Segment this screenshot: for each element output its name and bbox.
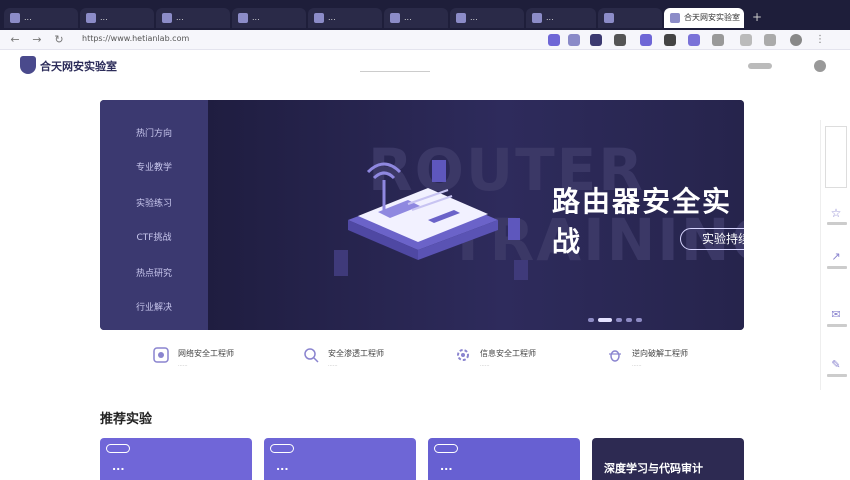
extension-icon[interactable] xyxy=(688,34,700,46)
tab-favicon-icon xyxy=(10,13,20,23)
extension-icon[interactable] xyxy=(614,34,626,46)
menu-item[interactable]: 热门方向 xyxy=(100,126,208,139)
carousel-dot[interactable] xyxy=(616,318,622,322)
document-icon xyxy=(532,13,542,23)
back-icon[interactable]: ← xyxy=(8,33,22,47)
carousel-dot[interactable] xyxy=(626,318,632,322)
new-tab-icon[interactable]: + xyxy=(750,10,764,24)
feedback-icon[interactable]: ✎ xyxy=(829,358,843,372)
browser-tab[interactable]: ... xyxy=(526,8,596,28)
hero-banner: 热门方向 专业教学 实验练习 CTF挑战 热点研究 行业解决 ROUTER TR… xyxy=(100,100,744,330)
browser-tab[interactable]: ... xyxy=(308,8,382,28)
tab-favicon-icon xyxy=(670,13,680,23)
carousel-dot[interactable] xyxy=(636,318,642,322)
rightbar-label xyxy=(827,222,847,225)
menu-item[interactable]: CTF挑战 xyxy=(100,230,208,243)
career-paths: 网络安全工程师 ...... 安全渗透工程师 ...... 信息安全工程师 ..… xyxy=(100,340,744,380)
browser-tab[interactable]: ... xyxy=(156,8,230,28)
menu-item[interactable]: 行业解决 xyxy=(100,300,208,313)
lab-card[interactable]: 深度学习与代码审计 xyxy=(592,438,744,480)
router-illustration xyxy=(334,160,528,280)
magnifier-icon xyxy=(304,348,319,363)
trend-icon[interactable]: ↗ xyxy=(829,250,843,264)
right-float-bar: ☆ ↗ ✉ ✎ xyxy=(820,120,850,390)
rightbar-label xyxy=(827,374,847,377)
document-icon xyxy=(604,13,614,23)
lab-card[interactable]: ... xyxy=(100,438,252,480)
bug-icon xyxy=(609,350,621,362)
rightbar-label xyxy=(827,324,847,327)
extension-icon[interactable] xyxy=(640,34,652,46)
browser-tab[interactable]: ... xyxy=(450,8,524,28)
extension-icon[interactable] xyxy=(764,34,776,46)
browser-tab[interactable]: ... xyxy=(384,8,448,28)
network-icon xyxy=(153,347,169,363)
menu-item[interactable]: 实验练习 xyxy=(100,196,208,209)
browser-tab-active[interactable]: 合天网安实验室 xyxy=(664,8,744,28)
avatar[interactable] xyxy=(814,60,826,72)
browser-tab[interactable]: ... xyxy=(232,8,306,28)
browser-tab[interactable]: ... xyxy=(4,8,78,28)
document-icon xyxy=(456,13,466,23)
extension-icon[interactable] xyxy=(712,34,724,46)
star-icon[interactable]: ☆ xyxy=(829,206,843,220)
carousel-dot[interactable] xyxy=(588,318,594,322)
browser-tab-bar: ... ... ... ... ... ... ... ... 合天网安实验室 … xyxy=(0,0,850,30)
lab-card[interactable]: ... xyxy=(264,438,416,480)
extension-icon[interactable] xyxy=(590,34,602,46)
profile-icon[interactable] xyxy=(790,34,802,46)
address-bar: ← → ↻ https://www.hetianlab.com ⋮ xyxy=(0,30,850,50)
qrcode-panel[interactable] xyxy=(825,126,847,188)
forward-icon[interactable]: → xyxy=(30,33,44,47)
rightbar-label xyxy=(827,266,847,269)
browser-tab[interactable] xyxy=(598,8,662,28)
section-title: 推荐实验 xyxy=(100,412,153,427)
carousel-dot-active[interactable] xyxy=(598,318,612,322)
menu-item[interactable]: 专业教学 xyxy=(100,160,208,173)
extension-icon[interactable] xyxy=(568,34,580,46)
hero-cta-button[interactable]: 实验持续更新 xyxy=(680,228,744,250)
card-badge xyxy=(270,444,294,453)
menu-icon[interactable]: ⋮ xyxy=(814,34,826,46)
tab-favicon-icon xyxy=(162,13,172,23)
hero-slide[interactable]: ROUTER TRAINING 路由器安全实战 实验持续更新 xyxy=(208,100,744,330)
github-icon xyxy=(314,13,324,23)
card-badge xyxy=(106,444,130,453)
url-input[interactable]: https://www.hetianlab.com xyxy=(82,34,189,43)
logo-shield-icon[interactable] xyxy=(20,56,36,74)
category-menu: 热门方向 专业教学 实验练习 CTF挑战 热点研究 行业解决 xyxy=(100,100,208,330)
extension-icon[interactable] xyxy=(740,34,752,46)
github-icon xyxy=(238,13,248,23)
github-icon xyxy=(86,13,96,23)
chat-icon[interactable]: ✉ xyxy=(829,308,843,322)
extension-icon[interactable] xyxy=(664,34,676,46)
card-badge xyxy=(434,444,458,453)
gear-icon xyxy=(457,349,469,361)
menu-item[interactable]: 热点研究 xyxy=(100,266,208,279)
tab-favicon-icon xyxy=(390,13,400,23)
reload-icon[interactable]: ↻ xyxy=(52,33,66,47)
site-brand[interactable]: 合天网安实验室 xyxy=(40,58,117,74)
site-header: 合天网安实验室 xyxy=(0,50,850,84)
lab-card[interactable]: ... xyxy=(428,438,580,480)
site-search-input[interactable] xyxy=(360,62,430,72)
browser-tab[interactable]: ... xyxy=(80,8,154,28)
extension-icon[interactable] xyxy=(548,34,560,46)
user-name[interactable] xyxy=(748,63,772,69)
